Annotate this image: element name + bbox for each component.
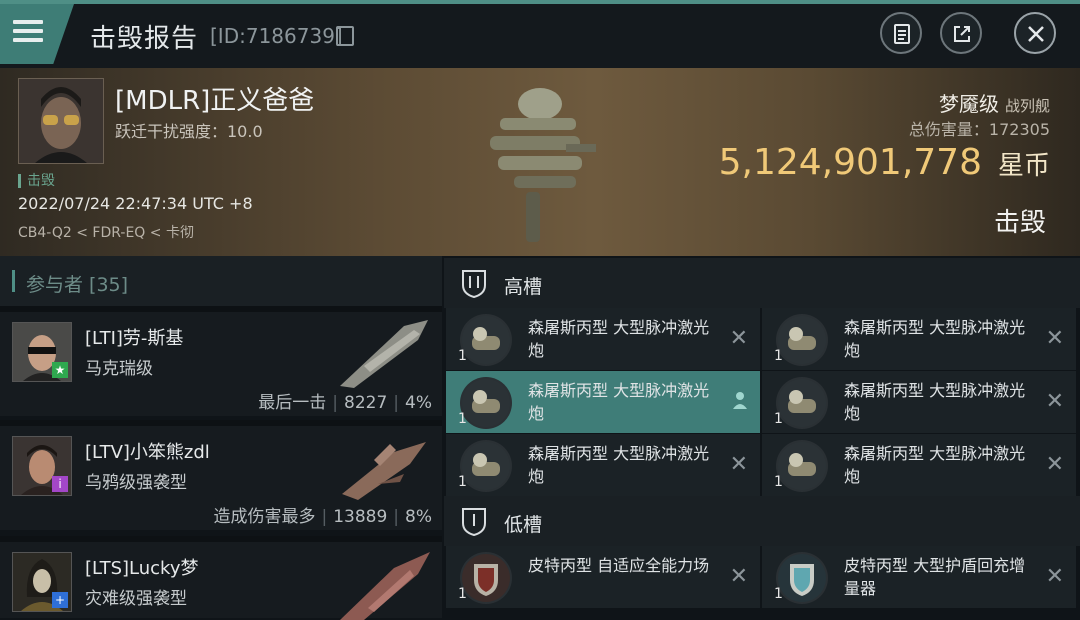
star-icon: ★ — [52, 362, 68, 378]
report-id: [ID:7186739] — [210, 24, 343, 48]
participants-header: 参与者 [35] — [0, 256, 442, 306]
participant-row[interactable]: + [LTS]Lucky梦 灾难级强袭型 — [0, 536, 442, 620]
plus-icon: + — [52, 592, 68, 608]
destroyed-x-icon: ✕ — [1045, 326, 1064, 351]
participant-ship: 灾难级强袭型 — [85, 589, 187, 609]
high-slot-header: 高槽 — [444, 258, 1080, 308]
destroyed-x-icon: ✕ — [729, 564, 748, 589]
module-name: 皮特丙型 大型护盾回充增量器 — [844, 556, 1026, 598]
menu-icon[interactable] — [13, 20, 43, 42]
module-quantity: 1 — [458, 586, 467, 602]
module-quantity: 1 — [774, 411, 783, 427]
participant-ship-image — [340, 552, 430, 620]
module-name: 森屠斯丙型 大型脉冲激光炮 — [528, 318, 710, 360]
module-quantity: 1 — [774, 474, 783, 490]
victim-name[interactable]: [MDLR]正义爸爸 — [115, 80, 314, 117]
module-item[interactable]: 1 皮特丙型 大型护盾回充增量器 ✕ — [762, 546, 1076, 608]
module-item[interactable]: 1 森屠斯丙型 大型脉冲激光炮 ✕ — [762, 434, 1076, 496]
share-icon — [954, 26, 970, 42]
laser-icon — [776, 314, 828, 366]
total-damage: 总伤害量：172305 — [908, 120, 1050, 139]
module-name: 森屠斯丙型 大型脉冲激光炮 — [528, 381, 710, 423]
victim-ship-class[interactable]: 梦魇级 战列舰 — [939, 88, 1050, 117]
victim-avatar[interactable] — [18, 78, 104, 164]
module-item[interactable]: 1 森屠斯丙型 大型脉冲激光炮 ✕ — [762, 308, 1076, 370]
info-icon: i — [52, 476, 68, 492]
laser-icon — [460, 314, 512, 366]
destroyed-x-icon: ✕ — [729, 326, 748, 351]
module-item[interactable]: 1 森屠斯丙型 大型脉冲激光炮 ✕ — [446, 434, 760, 496]
kill-status: 击毁 — [993, 208, 1046, 238]
participant-name: [LTI]劳-斯基 — [85, 328, 184, 349]
kill-tag: 击毁 — [18, 170, 55, 190]
module-quantity: 1 — [458, 411, 467, 427]
module-name: 森屠斯丙型 大型脉冲激光炮 — [844, 381, 1026, 423]
module-item[interactable]: 1 森屠斯丙型 大型脉冲激光炮 ✕ — [446, 308, 760, 370]
high-slot-title: 高槽 — [504, 276, 543, 298]
kill-datetime: 2022/07/24 22:47:34 UTC +8 — [18, 194, 253, 213]
laser-icon — [776, 377, 828, 429]
participant-stats: 最后一击 | 8227 | 4% — [258, 393, 432, 413]
participant-ship: 乌鸦级强袭型 — [85, 473, 187, 493]
module-item[interactable]: 1 森屠斯丙型 大型脉冲激光炮 — [446, 371, 760, 433]
module-item[interactable]: 1 皮特丙型 自适应全能力场 ✕ — [446, 546, 760, 608]
copy-icon[interactable] — [336, 26, 354, 46]
destroyed-x-icon: ✕ — [729, 452, 748, 477]
low-slot-header: 低槽 — [444, 496, 1080, 546]
page-title: 击毁报告 — [90, 24, 199, 54]
victim-panel: [MDLR]正义爸爸 跃迁干扰强度：10.0 击毁 2022/07/24 22:… — [0, 68, 1080, 256]
top-accent-line — [0, 0, 1080, 4]
warp-disruption: 跃迁干扰强度：10.0 — [115, 122, 263, 141]
laser-icon — [460, 377, 512, 429]
module-name: 皮特丙型 自适应全能力场 — [528, 556, 710, 575]
close-button[interactable] — [1014, 12, 1056, 54]
clipboard-icon — [894, 24, 910, 44]
armor-hardener-icon — [460, 552, 512, 604]
participant-ship-image — [340, 320, 428, 388]
laser-icon — [776, 440, 828, 492]
close-icon — [1028, 26, 1044, 42]
laser-icon — [460, 440, 512, 492]
destroyed-x-icon: ✕ — [1045, 389, 1064, 414]
module-item[interactable]: 1 森屠斯丙型 大型脉冲激光炮 ✕ — [762, 371, 1076, 433]
destroyed-x-icon: ✕ — [1045, 452, 1064, 477]
high-slot-icon — [462, 270, 486, 298]
module-name: 森屠斯丙型 大型脉冲激光炮 — [528, 444, 710, 486]
participant-ship-image — [342, 442, 426, 500]
clipboard-button[interactable] — [880, 12, 922, 54]
participant-stats: 造成伤害最多 | 13889 | 8% — [213, 507, 432, 527]
destroyed-x-icon: ✕ — [1045, 564, 1064, 589]
victim-ship-image[interactable] — [470, 74, 620, 250]
participant-row[interactable]: ★ [LTI]劳-斯基 马克瑞级 最后一击 | 8227 | 4% — [0, 306, 442, 416]
participants-title: 参与者 [35] — [26, 274, 129, 296]
share-button[interactable] — [940, 12, 982, 54]
low-slot-icon — [462, 508, 486, 536]
participant-name: [LTV]小笨熊zdl — [85, 442, 210, 463]
module-quantity: 1 — [774, 348, 783, 364]
shield-recharger-icon — [776, 552, 828, 604]
module-name: 森屠斯丙型 大型脉冲激光炮 — [844, 318, 1026, 360]
participant-name: [LTS]Lucky梦 — [85, 558, 199, 579]
module-quantity: 1 — [458, 348, 467, 364]
kill-location[interactable]: CB4-Q2 < FDR-EQ < 卡彻 — [18, 222, 194, 242]
participant-row[interactable]: i [LTV]小笨熊zdl 乌鸦级强袭型 造成伤害最多 | 13889 | 8% — [0, 420, 442, 530]
low-slot-title: 低槽 — [504, 514, 543, 536]
module-quantity: 1 — [774, 586, 783, 602]
dropped-user-icon — [733, 392, 747, 409]
module-name: 森屠斯丙型 大型脉冲激光炮 — [844, 444, 1026, 486]
top-bar: 击毁报告 [ID:7186739] — [0, 0, 1080, 68]
module-quantity: 1 — [458, 474, 467, 490]
participant-ship: 马克瑞级 — [85, 359, 153, 379]
isk-value: 5,124,901,778 星币 — [718, 142, 1050, 183]
